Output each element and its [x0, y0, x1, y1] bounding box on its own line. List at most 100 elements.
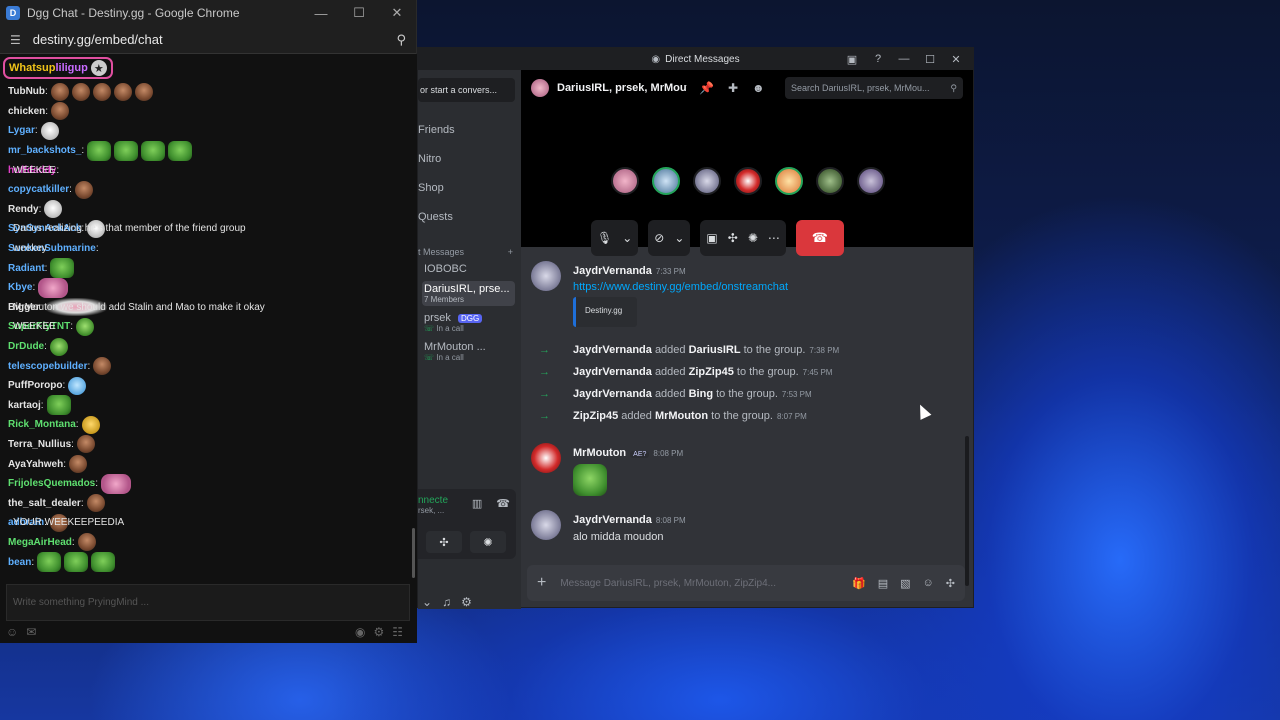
greenstar-emote-icon[interactable] — [49, 337, 68, 356]
maximize-button[interactable]: ☐ — [917, 53, 943, 66]
settings-gear-icon[interactable]: ⚙ — [373, 625, 384, 639]
signal-icon[interactable]: ▥ — [472, 497, 482, 510]
chat-username[interactable]: copycatkiller — [8, 184, 69, 195]
sys-target[interactable]: MrMouton — [655, 410, 708, 422]
sys-actor[interactable]: JaydrVernanda — [573, 366, 652, 378]
nav-quests[interactable]: Quests — [418, 202, 521, 231]
pepe-emoji-icon[interactable] — [573, 464, 607, 496]
users-icon[interactable]: ☷ — [392, 625, 403, 639]
zoom-icon[interactable]: ⚲ — [396, 32, 406, 48]
face-emote-icon[interactable] — [113, 82, 132, 101]
sys-actor[interactable]: JaydrVernanda — [573, 388, 652, 400]
chevron-down-icon[interactable]: ⌄ — [674, 231, 684, 245]
participant-avatar[interactable] — [652, 167, 680, 195]
participant-avatar[interactable] — [734, 167, 762, 195]
chat-scrollbar[interactable] — [412, 528, 415, 578]
activities-icon[interactable]: ✣ — [426, 531, 462, 553]
pepe-emote-icon[interactable] — [141, 140, 166, 161]
pink-emote-icon[interactable] — [101, 473, 132, 494]
mic-chevron-icon[interactable]: ⌄ — [422, 595, 432, 609]
attach-plus-icon[interactable]: + — [537, 574, 546, 592]
chat-username[interactable]: MegaAirHead — [8, 537, 72, 548]
chat-username[interactable]: Rick_Montana — [8, 419, 76, 430]
find-conversation-button[interactable]: or start a convers... — [418, 78, 515, 102]
user-settings-gear-icon[interactable]: ⚙ — [461, 595, 472, 609]
dm-item-iobobc[interactable]: IOBOBC — [422, 261, 515, 277]
chat-username[interactable]: the_salt_dealer — [8, 498, 81, 509]
camera-off-icon[interactable]: ⊘ — [654, 231, 664, 245]
address-bar[interactable]: ☰ destiny.gg/embed/chat ⚲ — [0, 26, 416, 54]
pepe-emote-icon[interactable] — [64, 552, 89, 573]
sys-target[interactable]: ZipZip45 — [689, 366, 734, 378]
site-settings-icon[interactable]: ☰ — [10, 33, 21, 47]
emote-menu-icon[interactable]: ☺ — [6, 625, 18, 639]
member-list-icon[interactable]: ☻ — [752, 81, 765, 95]
participant-avatar[interactable] — [693, 167, 721, 195]
microphone-icon[interactable]: 🎙 — [597, 231, 612, 245]
pinned-user-pill[interactable]: Whatsup liligup ★ — [3, 57, 113, 79]
inbox-icon[interactable]: ▣ — [839, 53, 865, 66]
face-emote-icon[interactable] — [93, 357, 112, 376]
share-screen-icon[interactable]: ▣ — [706, 231, 717, 245]
help-icon[interactable]: ? — [865, 53, 891, 65]
dm-item-prsek[interactable]: prsek DGG ☏ In a call — [422, 310, 515, 335]
nav-friends[interactable]: Friends — [418, 115, 521, 144]
apps-icon[interactable]: ✣ — [946, 577, 955, 590]
chat-username[interactable]: Terra_Nullius — [8, 439, 71, 450]
pepe-emote-icon[interactable] — [168, 140, 193, 161]
face-emote-icon[interactable] — [134, 82, 153, 101]
face-emote-icon[interactable] — [50, 82, 69, 101]
face-emote-icon[interactable] — [74, 180, 93, 199]
disconnect-icon[interactable]: ☎ — [496, 497, 510, 510]
whispers-icon[interactable]: ✉ — [26, 625, 36, 639]
pin-icon[interactable]: 📌 — [699, 81, 714, 95]
message-scrollbar[interactable] — [965, 436, 969, 586]
soundboard-icon[interactable]: ✺ — [748, 231, 758, 245]
chat-username[interactable]: AyaYahweh — [8, 459, 63, 470]
face-emote-icon[interactable] — [86, 494, 105, 513]
gold-emote-icon[interactable] — [81, 415, 100, 434]
blue-emote-icon[interactable] — [68, 376, 87, 395]
chat-username[interactable]: TubNub — [8, 86, 45, 97]
face-emote-icon[interactable] — [92, 82, 111, 101]
emoji-icon[interactable]: ☺ — [923, 577, 934, 590]
activities-icon[interactable]: ✣ — [728, 231, 738, 245]
chat-username[interactable]: Lygar — [8, 125, 35, 136]
nav-shop[interactable]: Shop — [418, 173, 521, 202]
chat-username[interactable]: Radiant — [8, 263, 45, 274]
author-name[interactable]: MrMouton — [573, 447, 626, 459]
close-button[interactable]: ✕ — [943, 53, 969, 66]
face-emote-icon[interactable] — [51, 102, 70, 121]
chat-username[interactable]: Kbye — [8, 282, 32, 293]
chat-username[interactable]: DrDude — [8, 341, 44, 352]
face-emote-icon[interactable] — [76, 435, 95, 454]
chat-username[interactable]: PuffPoropo — [8, 380, 62, 391]
chat-input[interactable] — [7, 585, 409, 620]
dm-item-mrmouton[interactable]: MrMouton ... ☏ In a call — [422, 339, 515, 364]
chat-username[interactable]: bean — [8, 557, 31, 568]
sticker-icon[interactable]: ▧ — [900, 577, 910, 590]
chat-username[interactable]: Rendy — [8, 204, 39, 215]
chat-input-box[interactable] — [6, 584, 410, 621]
headphones-icon[interactable]: ♫ — [442, 595, 451, 609]
pepe-emote-icon[interactable] — [87, 140, 112, 161]
sys-actor[interactable]: ZipZip45 — [573, 410, 618, 422]
participant-avatar[interactable] — [611, 167, 639, 195]
face-emote-icon[interactable] — [71, 82, 90, 101]
pepe-emote-icon[interactable] — [37, 552, 62, 573]
chat-username[interactable]: telescopebuilder — [8, 361, 87, 372]
pepe-emote-icon[interactable] — [50, 258, 75, 279]
chat-username[interactable]: chicken — [8, 106, 45, 117]
url-text[interactable]: destiny.gg/embed/chat — [33, 32, 397, 47]
pepe-emote-icon[interactable] — [46, 395, 71, 416]
add-friends-icon[interactable]: ✚ — [728, 81, 738, 95]
author-avatar[interactable] — [531, 510, 561, 540]
minimize-button[interactable]: — — [302, 6, 340, 21]
chevron-down-icon[interactable]: ⌄ — [622, 231, 632, 245]
chat-username[interactable]: kartaoj — [8, 400, 41, 411]
minimize-button[interactable]: — — [891, 53, 917, 65]
author-name[interactable]: JaydrVernanda — [573, 514, 652, 526]
maximize-button[interactable]: ☐ — [340, 5, 378, 21]
create-dm-plus-icon[interactable]: + — [508, 247, 513, 257]
nav-nitro[interactable]: Nitro — [418, 144, 521, 173]
